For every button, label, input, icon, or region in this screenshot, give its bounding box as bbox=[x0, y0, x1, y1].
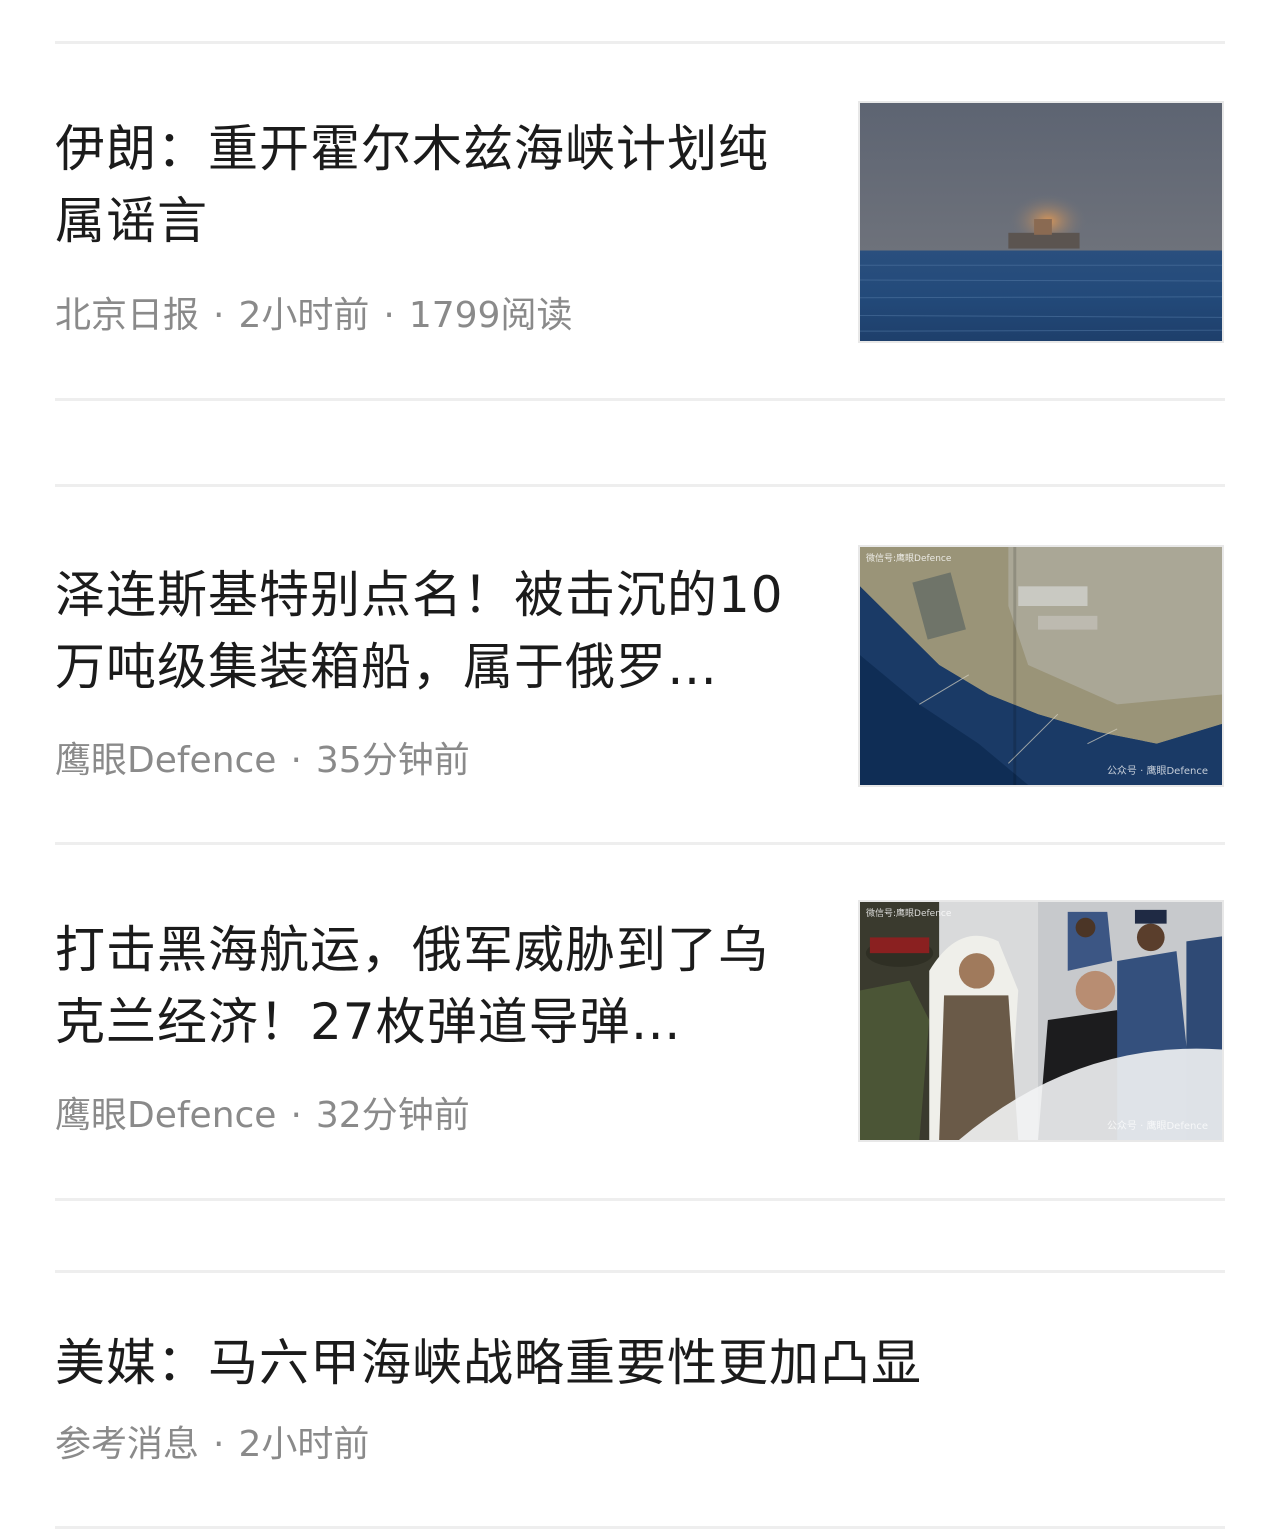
news-time: 2小时前 bbox=[238, 295, 370, 336]
news-item[interactable]: 泽连斯基特别点名！被击沉的10万吨级集装箱船，属于俄罗… 鹰眼Defence · 3… bbox=[55, 545, 1225, 787]
news-item[interactable]: 美媒：马六甲海峡战略重要性更加凸显 参考消息 · 2小时前 bbox=[55, 1327, 1225, 1477]
news-meta: 北京日报 · 2小时前 · 1799阅读 bbox=[55, 294, 572, 338]
meta-separator: · bbox=[290, 1095, 302, 1136]
leaders-handshake-image[interactable]: 微信号:鹰眼Defence 公众号 · 鹰眼Defence bbox=[858, 900, 1224, 1142]
news-title[interactable]: 美媒：马六甲海峡战略重要性更加凸显 bbox=[55, 1327, 1205, 1399]
divider bbox=[55, 1270, 1225, 1273]
news-item[interactable]: 伊朗：重开霍尔木兹海峡计划纯属谣言 北京日报 · 2小时前 · 1799阅读 bbox=[55, 101, 1225, 343]
divider bbox=[55, 41, 1225, 44]
image-watermark: 公众号 · 鹰眼Defence bbox=[1106, 766, 1208, 777]
news-source[interactable]: 北京日报 bbox=[55, 295, 199, 336]
meta-separator: · bbox=[290, 740, 302, 781]
news-time: 32分钟前 bbox=[315, 1095, 470, 1136]
news-item[interactable]: 打击黑海航运，俄军威胁到了乌克兰经济！27枚弹道导弹… 鹰眼Defence · 32… bbox=[55, 900, 1225, 1142]
image-watermark: 微信号:鹰眼Defence bbox=[866, 909, 952, 919]
news-time: 35分钟前 bbox=[315, 740, 470, 781]
divider bbox=[55, 1198, 1225, 1201]
image-watermark: 微信号:鹰眼Defence bbox=[866, 554, 952, 564]
divider bbox=[55, 398, 1225, 401]
meta-separator: · bbox=[383, 295, 395, 336]
meta-separator: · bbox=[213, 295, 225, 336]
divider bbox=[55, 1526, 1225, 1529]
news-source[interactable]: 鹰眼Defence bbox=[55, 1095, 276, 1136]
news-source[interactable]: 参考消息 bbox=[55, 1424, 199, 1465]
news-title[interactable]: 伊朗：重开霍尔木兹海峡计划纯属谣言 bbox=[55, 113, 795, 257]
meta-separator: · bbox=[213, 1424, 225, 1465]
satellite-coast-image[interactable]: 微信号:鹰眼Defence 公众号 · 鹰眼Defence bbox=[858, 545, 1224, 787]
news-time: 2小时前 bbox=[238, 1424, 370, 1465]
news-reads: 1799阅读 bbox=[408, 295, 573, 336]
news-source[interactable]: 鹰眼Defence bbox=[55, 740, 276, 781]
news-title[interactable]: 泽连斯基特别点名！被击沉的10万吨级集装箱船，属于俄罗… bbox=[55, 559, 795, 703]
news-meta: 鹰眼Defence · 35分钟前 bbox=[55, 739, 470, 783]
news-meta: 参考消息 · 2小时前 bbox=[55, 1423, 369, 1467]
divider bbox=[55, 842, 1225, 845]
image-watermark: 公众号 · 鹰眼Defence bbox=[1106, 1121, 1208, 1132]
news-title[interactable]: 打击黑海航运，俄军威胁到了乌克兰经济！27枚弹道导弹… bbox=[55, 914, 795, 1058]
divider bbox=[55, 484, 1225, 487]
tanker-on-sea-image[interactable] bbox=[858, 101, 1224, 343]
news-meta: 鹰眼Defence · 32分钟前 bbox=[55, 1094, 470, 1138]
